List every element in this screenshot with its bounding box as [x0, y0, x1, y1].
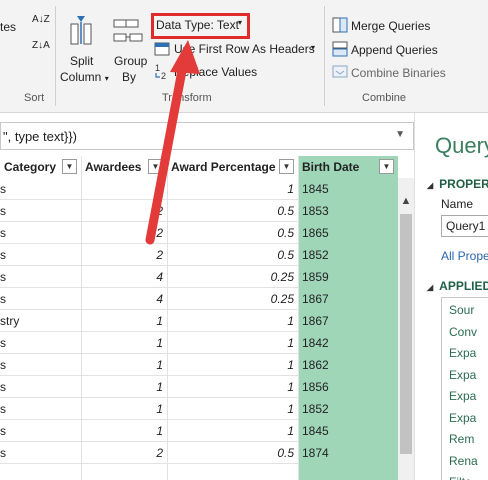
annotation-arrow [145, 40, 200, 245]
